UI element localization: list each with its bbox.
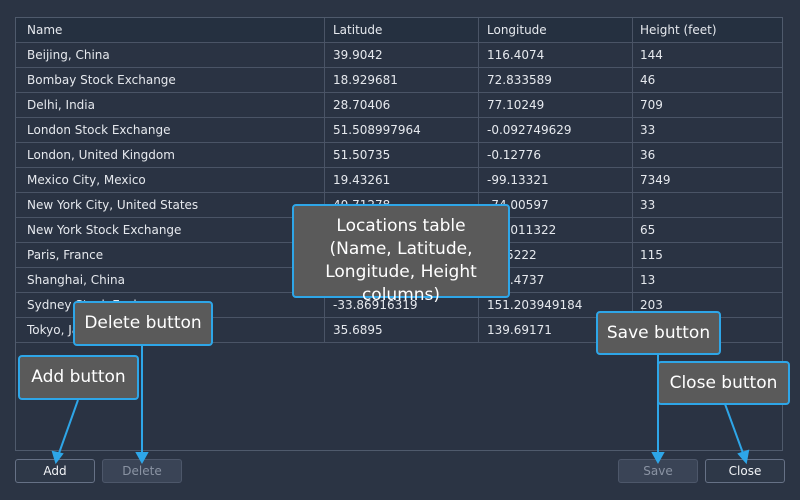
cell-name: Shanghai, China — [27, 273, 125, 287]
column-divider — [478, 93, 479, 117]
save-callout: Save button — [596, 311, 721, 355]
add-button[interactable]: Add — [15, 459, 95, 483]
cell-name: Beijing, China — [27, 48, 110, 62]
column-divider — [632, 43, 633, 67]
add-callout: Add button — [18, 355, 139, 400]
cell-name: London, United Kingdom — [27, 148, 175, 162]
cell-height: 36 — [640, 148, 656, 162]
column-divider — [632, 93, 633, 117]
cell-latitude: 19.43261 — [333, 173, 391, 187]
close-callout: Close button — [657, 361, 790, 405]
cell-latitude: 18.929681 — [333, 73, 398, 87]
column-divider — [324, 43, 325, 67]
cell-name: New York Stock Exchange — [27, 223, 182, 237]
cell-longitude: -0.12776 — [487, 148, 541, 162]
cell-height: 65 — [640, 223, 656, 237]
column-divider — [478, 68, 479, 92]
cell-longitude: -99.13321 — [487, 173, 549, 187]
column-divider — [478, 168, 479, 192]
cell-name: New York City, United States — [27, 198, 199, 212]
cell-height: 46 — [640, 73, 656, 87]
table-row[interactable]: Bombay Stock Exchange 18.929681 72.833589 4… — [16, 68, 782, 93]
cell-name: Paris, France — [27, 248, 104, 262]
save-button[interactable]: Save — [618, 459, 698, 483]
cell-height: 33 — [640, 198, 656, 212]
cell-height: 33 — [640, 123, 656, 137]
column-divider — [478, 118, 479, 142]
column-header-longitude[interactable]: Longitude — [478, 18, 632, 42]
column-divider — [632, 68, 633, 92]
table-row[interactable]: Mexico City, Mexico 19.43261 -99.13321 7349 — [16, 168, 782, 193]
column-divider — [478, 18, 479, 42]
cell-height: 13 — [640, 273, 656, 287]
column-divider — [324, 318, 325, 342]
close-button[interactable]: Close — [705, 459, 785, 483]
delete-callout: Delete button — [73, 301, 213, 346]
column-divider — [632, 118, 633, 142]
delete-button[interactable]: Delete — [102, 459, 182, 483]
column-divider — [324, 18, 325, 42]
column-divider — [632, 218, 633, 242]
table-row[interactable]: London, United Kingdom 51.50735 -0.12776 36 — [16, 143, 782, 168]
cell-latitude: 51.508997964 — [333, 123, 421, 137]
table-row[interactable]: Delhi, India 28.70406 77.10249 709 — [16, 93, 782, 118]
column-header-latitude[interactable]: Latitude — [324, 18, 478, 42]
column-divider — [632, 193, 633, 217]
column-divider — [632, 18, 633, 42]
column-divider — [324, 143, 325, 167]
column-divider — [478, 43, 479, 67]
column-divider — [632, 143, 633, 167]
cell-height: 144 — [640, 48, 663, 62]
cell-name: London Stock Exchange — [27, 123, 171, 137]
cell-height: 115 — [640, 248, 663, 262]
cell-name: Delhi, India — [27, 98, 95, 112]
column-header-height[interactable]: Height (feet) — [632, 18, 782, 42]
cell-longitude: -0.092749629 — [487, 123, 572, 137]
cell-longitude: 72.833589 — [487, 73, 552, 87]
cell-longitude: 77.10249 — [487, 98, 545, 112]
table-row[interactable]: Beijing, China 39.9042 116.4074 144 — [16, 43, 782, 68]
cell-name: Bombay Stock Exchange — [27, 73, 176, 87]
cell-height: 7349 — [640, 173, 671, 187]
table-row[interactable]: London Stock Exchange 51.508997964 -0.0927… — [16, 118, 782, 143]
cell-latitude: 28.70406 — [333, 98, 391, 112]
cell-longitude: 116.4074 — [487, 48, 545, 62]
table-header-row: Name Latitude Longitude Height (feet) — [16, 18, 782, 43]
column-divider — [324, 93, 325, 117]
column-divider — [478, 143, 479, 167]
cell-latitude: 35.6895 — [333, 323, 383, 337]
column-divider — [478, 318, 479, 342]
cell-name: Mexico City, Mexico — [27, 173, 146, 187]
column-divider — [632, 243, 633, 267]
column-divider — [324, 118, 325, 142]
column-divider — [632, 268, 633, 292]
table-callout: Locations table (Name, Latitude, Longitu… — [292, 204, 510, 305]
cell-latitude: 51.50735 — [333, 148, 391, 162]
column-divider — [324, 68, 325, 92]
column-divider — [324, 168, 325, 192]
cell-latitude: 39.9042 — [333, 48, 383, 62]
cell-height: 709 — [640, 98, 663, 112]
column-header-name[interactable]: Name — [16, 18, 324, 42]
column-divider — [632, 168, 633, 192]
